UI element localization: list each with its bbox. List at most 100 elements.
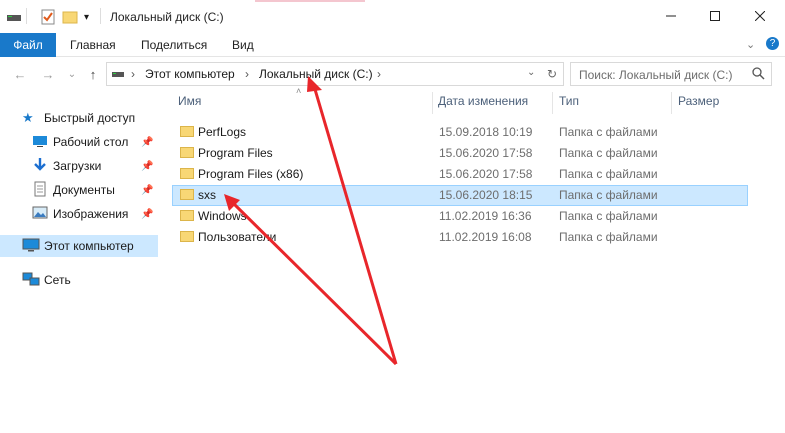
folder-icon — [180, 209, 194, 221]
pin-icon[interactable]: 📌 — [141, 161, 153, 172]
file-name: sxs — [198, 188, 216, 202]
file-date: 11.02.2019 16:08 — [439, 230, 532, 244]
pin-icon[interactable]: 📌 — [141, 209, 153, 220]
column-header-date[interactable]: Дата изменения — [438, 94, 528, 108]
search-icon[interactable] — [751, 66, 765, 83]
folder-icon — [180, 146, 194, 158]
file-date: 15.06.2020 17:58 — [439, 146, 533, 160]
file-row-sxs[interactable]: sxs 15.06.2020 18:15 Папка с файлами — [172, 185, 748, 206]
nav-label: Изображения — [53, 207, 129, 221]
file-name: PerfLogs — [198, 125, 247, 139]
file-name: Program Files (x86) — [198, 167, 304, 181]
nav-label: Рабочий стол — [53, 135, 129, 149]
minimize-button[interactable] — [648, 0, 694, 32]
navigation-pane: ★ Быстрый доступ Рабочий стол 📌 Загрузки… — [0, 93, 158, 433]
file-date: 15.06.2020 18:15 — [439, 188, 533, 202]
column-header-name[interactable]: Имя — [178, 94, 201, 108]
address-dropdown-icon[interactable]: ⌄ — [527, 67, 535, 78]
breadcrumb-separator: › — [131, 67, 135, 81]
file-type: Папка с файлами — [559, 167, 658, 181]
recent-locations-icon[interactable]: ⌄ — [62, 65, 82, 83]
folder-icon — [180, 125, 194, 137]
file-name: Windows — [198, 209, 247, 223]
sort-up-icon: ˄ — [296, 86, 302, 96]
file-date: 15.09.2018 10:19 — [439, 125, 533, 139]
file-type: Папка с файлами — [559, 125, 658, 139]
help-icon[interactable]: ? — [766, 37, 779, 50]
file-type: Папка с файлами — [559, 230, 658, 244]
file-name: Program Files — [198, 146, 273, 160]
nav-item-network[interactable]: Сеть — [0, 269, 158, 291]
file-name: Пользователи — [198, 230, 277, 244]
window-title: Локальный диск (C:) — [110, 10, 224, 24]
close-button[interactable] — [737, 0, 783, 32]
folder-icon — [180, 167, 194, 179]
address-bar[interactable]: › Этот компьютер › Локальный диск (C:) ›… — [106, 62, 564, 86]
pin-icon[interactable]: 📌 — [141, 137, 153, 148]
star-icon: ★ — [22, 110, 34, 125]
computer-icon — [22, 238, 40, 254]
tab-home[interactable]: Главная — [70, 38, 116, 52]
breadcrumb-local-disk[interactable]: Локальный диск (C:) — [259, 67, 373, 81]
file-type: Папка с файлами — [559, 146, 658, 160]
nav-item-downloads[interactable]: Загрузки 📌 — [0, 155, 158, 177]
nav-item-desktop[interactable]: Рабочий стол 📌 — [0, 131, 158, 153]
pin-icon[interactable]: 📌 — [141, 185, 153, 196]
file-type: Папка с файлами — [559, 209, 658, 223]
search-input[interactable]: Поиск: Локальный диск (C:) — [570, 62, 772, 86]
file-date: 15.06.2020 17:58 — [439, 167, 533, 181]
documents-icon — [32, 181, 48, 197]
ribbon-tabs: Файл Главная Поделиться Вид ⌄ ? — [0, 33, 785, 57]
nav-label: Загрузки — [53, 159, 102, 173]
separator — [100, 8, 101, 24]
breadcrumb-separator: › — [245, 67, 249, 81]
maximize-button[interactable] — [692, 0, 738, 32]
nav-label: Документы — [53, 183, 115, 197]
file-row-program-files[interactable]: Program Files 15.06.2020 17:58 Папка с ф… — [172, 143, 748, 164]
folder-icon — [180, 230, 194, 242]
file-date: 11.02.2019 16:36 — [439, 209, 532, 223]
search-placeholder: Поиск: Локальный диск (C:) — [579, 68, 733, 82]
tab-share[interactable]: Поделиться — [141, 38, 207, 52]
breadcrumb-this-pc[interactable]: Этот компьютер — [145, 67, 235, 81]
desktop-icon — [32, 134, 48, 150]
breadcrumb-separator: › — [377, 67, 381, 81]
tab-view[interactable]: Вид — [232, 38, 254, 52]
column-divider[interactable] — [432, 92, 433, 114]
customize-dropdown-icon[interactable]: ▾ — [84, 8, 89, 26]
tab-file[interactable]: Файл — [0, 33, 56, 57]
file-row-perflogs[interactable]: PerfLogs 15.09.2018 10:19 Папка с файлам… — [172, 122, 748, 143]
nav-item-documents[interactable]: Документы 📌 — [0, 179, 158, 201]
properties-icon[interactable] — [40, 8, 56, 26]
address-row: ← → ⌄ ↑ › Этот компьютер › Локальный дис… — [0, 58, 785, 90]
column-divider[interactable] — [552, 92, 553, 114]
column-header-type[interactable]: Тип — [559, 94, 579, 108]
column-divider[interactable] — [671, 92, 672, 114]
nav-item-this-pc[interactable]: Этот компьютер — [0, 235, 158, 257]
title-accent — [255, 0, 365, 2]
network-icon — [22, 272, 40, 288]
column-header-size[interactable]: Размер — [678, 94, 719, 108]
pictures-icon — [32, 206, 48, 222]
refresh-icon[interactable]: ↻ — [547, 67, 557, 81]
drive-icon — [111, 68, 125, 83]
nav-item-pictures[interactable]: Изображения 📌 — [0, 203, 158, 225]
folder-icon — [180, 188, 194, 200]
nav-label: Быстрый доступ — [44, 111, 136, 125]
drive-icon — [6, 8, 22, 26]
file-type: Папка с файлами — [559, 188, 658, 202]
title-bar: ▾ Локальный диск (C:) — [0, 0, 785, 33]
up-button[interactable]: ↑ — [83, 65, 103, 83]
nav-quick-access[interactable]: ★ Быстрый доступ — [0, 107, 158, 129]
expand-ribbon-icon[interactable]: ⌄ — [746, 38, 755, 51]
nav-label: Этот компьютер — [44, 239, 134, 253]
downloads-icon — [32, 157, 48, 173]
nav-label: Сеть — [44, 273, 71, 287]
file-row-windows[interactable]: Windows 11.02.2019 16:36 Папка с файлами — [172, 206, 748, 227]
forward-button[interactable]: → — [38, 65, 58, 83]
new-folder-icon[interactable] — [62, 8, 78, 26]
back-button[interactable]: ← — [10, 65, 30, 83]
file-row-users[interactable]: Пользователи 11.02.2019 16:08 Папка с фа… — [172, 227, 748, 248]
separator — [26, 8, 27, 24]
file-row-program-files-x86[interactable]: Program Files (x86) 15.06.2020 17:58 Пап… — [172, 164, 748, 185]
